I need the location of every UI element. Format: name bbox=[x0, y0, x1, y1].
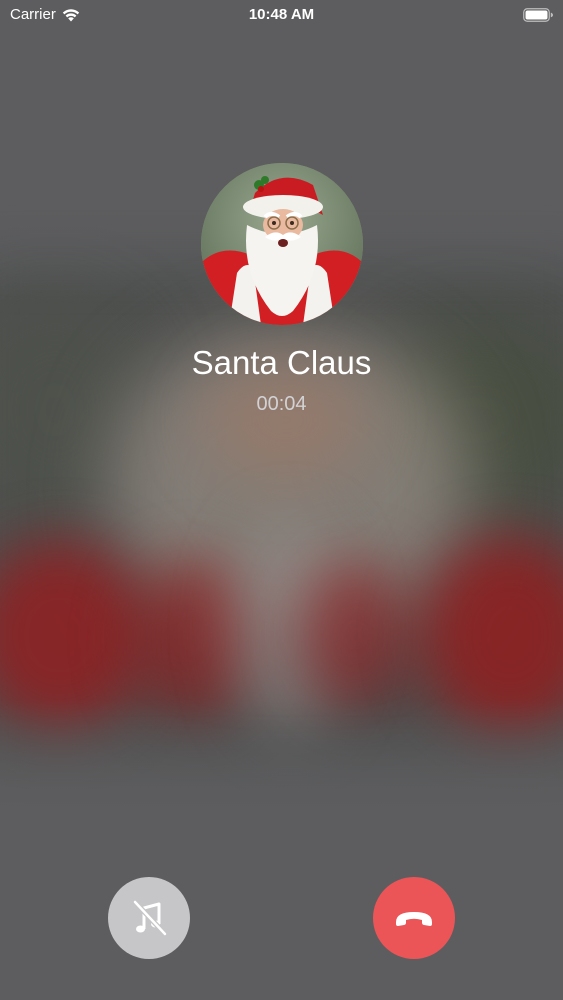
caller-name: Santa Claus bbox=[191, 344, 372, 381]
caller-info: Santa Claus 00:04 bbox=[0, 163, 563, 416]
mute-music-button[interactable] bbox=[108, 877, 190, 959]
music-mute-icon bbox=[132, 899, 168, 937]
santa-portrait-image bbox=[200, 163, 363, 325]
clock: 10:48 AM bbox=[248, 6, 315, 23]
status-bar: Carrier 10:48 AM bbox=[0, 0, 563, 30]
caller-avatar bbox=[200, 163, 363, 325]
phone-hangup-icon bbox=[396, 912, 432, 926]
call-duration: 00:04 bbox=[256, 393, 307, 415]
battery-icon bbox=[523, 8, 553, 22]
end-call-button[interactable] bbox=[373, 877, 455, 959]
blurred-background bbox=[0, 0, 563, 1000]
